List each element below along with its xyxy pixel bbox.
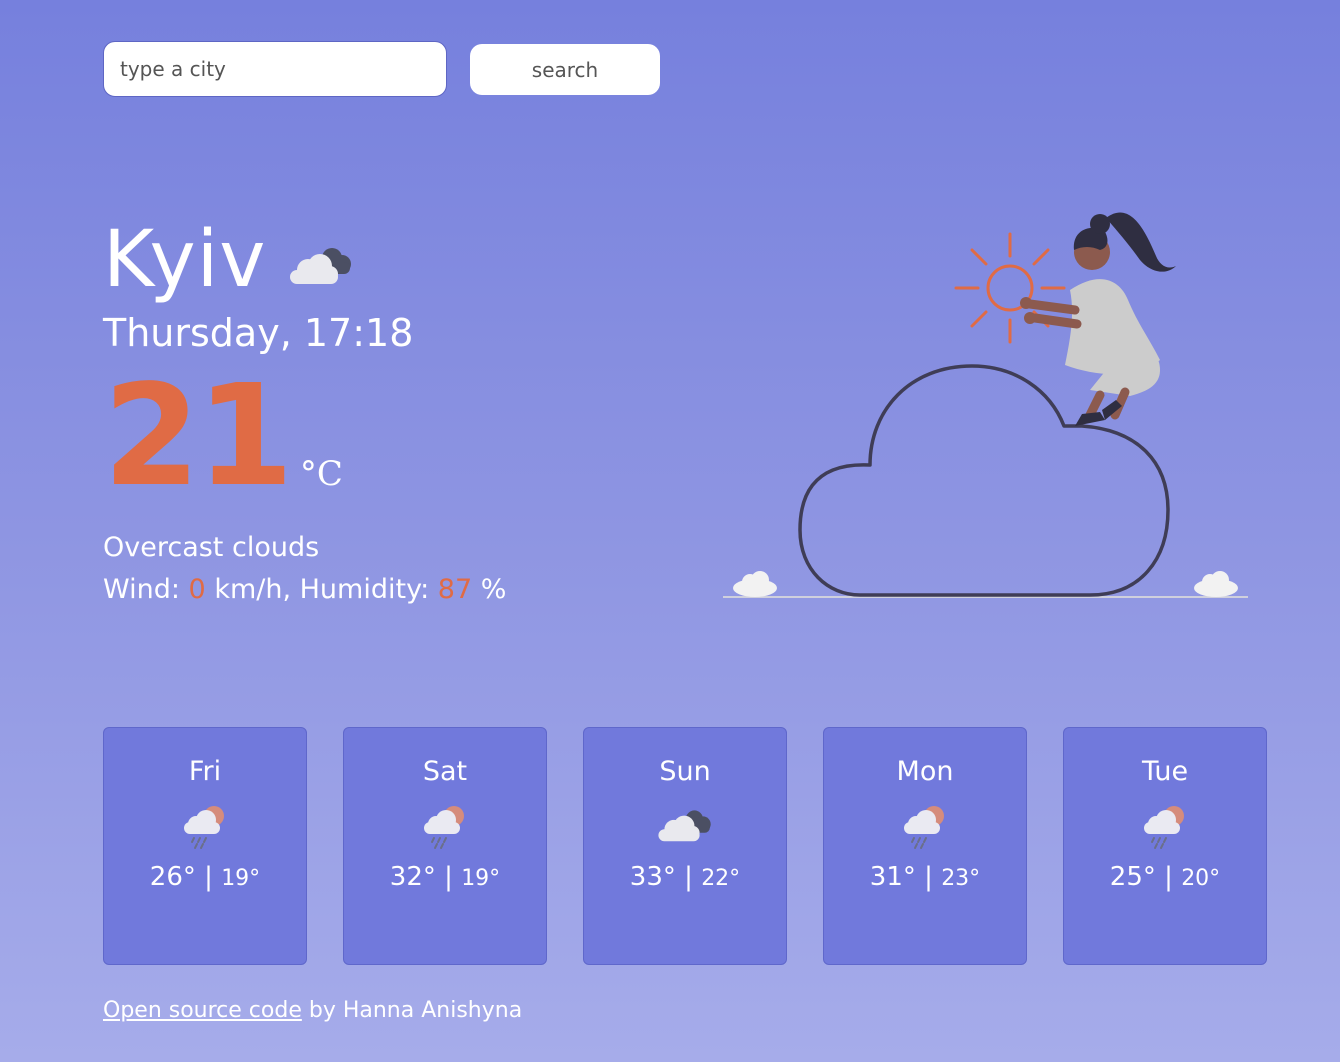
wind-value: 0 [188, 574, 206, 605]
forecast-day-name: Mon [896, 756, 954, 787]
city-name: Kyiv [103, 215, 267, 305]
forecast-min-temp: 19° [221, 866, 261, 891]
forecast-min-temp: 19° [461, 866, 501, 891]
source-code-link[interactable]: Open source code [103, 998, 302, 1023]
city-search-input[interactable] [103, 41, 447, 97]
forecast-day-name: Fri [188, 756, 222, 787]
forecast-temperatures: 25° | 20° [1109, 862, 1221, 892]
forecast-list: Fri 26° | 19° Sat 32° | 19° Sun 33° | 22… [103, 727, 1267, 965]
rain-icon [180, 800, 230, 850]
temperature-unit: °C [299, 454, 343, 494]
city-header: Kyiv [103, 210, 356, 310]
footer: Open source code by Hanna Anishyna [103, 996, 522, 1026]
weather-conditions: Wind: 0 km/h, Humidity: 87 % [103, 572, 506, 608]
forecast-min-temp: 20° [1181, 866, 1221, 891]
forecast-day-name: Sun [659, 756, 711, 787]
forecast-max-temp: 31° [869, 862, 916, 892]
wind-unit-humidity-label: km/h, Humidity: [205, 574, 438, 605]
humidity-unit: % [472, 574, 507, 605]
girl-on-cloud-illustration [723, 212, 1248, 598]
overcast-clouds-icon [286, 240, 356, 290]
search-form: search [103, 41, 660, 97]
rain-icon [1140, 800, 1190, 850]
forecast-min-temp: 22° [701, 866, 741, 891]
forecast-max-temp: 26° [149, 862, 196, 892]
forecast-max-temp: 25° [1109, 862, 1156, 892]
forecast-card: Fri 26° | 19° [103, 727, 307, 965]
search-button[interactable]: search [470, 44, 660, 95]
author-credit: by Hanna Anishyna [301, 998, 523, 1023]
wind-label: Wind: [103, 574, 189, 605]
forecast-day-name: Tue [1141, 756, 1189, 787]
forecast-card: Sat 32° | 19° [343, 727, 547, 965]
weather-description: Overcast clouds [103, 532, 320, 563]
forecast-card: Sun 33° | 22° [583, 727, 787, 965]
rain-icon [900, 800, 950, 850]
overcast-clouds-icon [655, 803, 715, 847]
temperature-value: 21 [103, 355, 294, 518]
forecast-card: Tue 25° | 20° [1063, 727, 1267, 965]
forecast-day-name: Sat [422, 756, 468, 787]
humidity-value: 87 [437, 574, 473, 605]
forecast-temperatures: 33° | 22° [629, 862, 741, 892]
forecast-temperatures: 26° | 19° [149, 862, 261, 892]
current-datetime: Thursday, 17:18 [103, 311, 414, 355]
forecast-min-temp: 23° [941, 866, 981, 891]
forecast-temperatures: 31° | 23° [869, 862, 981, 892]
forecast-max-temp: 33° [629, 862, 676, 892]
rain-icon [420, 800, 470, 850]
forecast-card: Mon 31° | 23° [823, 727, 1027, 965]
forecast-temperatures: 32° | 19° [389, 862, 501, 892]
current-temperature: 21 °C [103, 362, 343, 512]
forecast-max-temp: 32° [389, 862, 436, 892]
